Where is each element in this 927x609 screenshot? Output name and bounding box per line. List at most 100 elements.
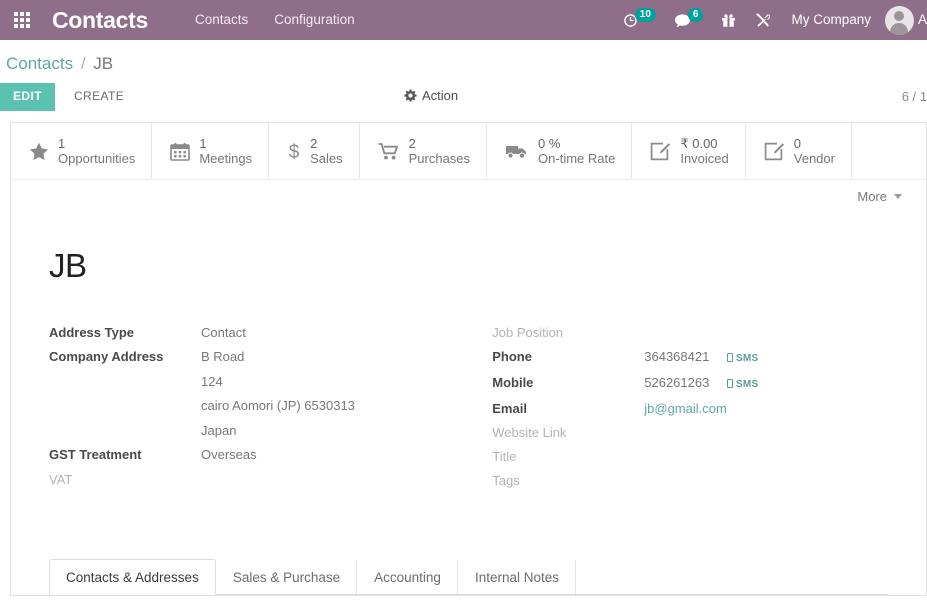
dollar-icon: $ — [287, 141, 301, 161]
field-label: Mobile — [492, 374, 534, 390]
stat-label: Purchases — [408, 151, 471, 167]
stat-label: Invoiced — [680, 151, 729, 167]
user-menu-label[interactable]: A — [918, 0, 927, 40]
field-label: Job Position — [492, 324, 564, 340]
stat-text: 2 Sales — [310, 136, 343, 167]
field-value: Overseas — [201, 447, 257, 463]
more-dropdown-button[interactable]: More — [857, 189, 902, 204]
messages-count-badge: 6 — [687, 8, 704, 22]
stat-button-on-time-rate[interactable]: 0 % On-time Rate — [487, 123, 633, 179]
gear-icon — [404, 89, 417, 102]
field-label — [49, 423, 201, 448]
field-label: GST Treatment — [49, 447, 142, 463]
mobile-phone-icon — [726, 352, 733, 362]
form-columns: Address Type Contact Company Address B R… — [49, 325, 888, 497]
apps-grid-icon[interactable] — [0, 0, 44, 40]
stat-text: ₹ 0.00 Invoiced — [680, 136, 728, 167]
tab-accounting[interactable]: Accounting — [357, 558, 458, 594]
field-job-position: Job Position — [492, 325, 888, 349]
tab-contacts-addresses[interactable]: Contacts & Addresses — [49, 558, 216, 595]
stat-button-vendor-bills[interactable]: 0 Vendor — [746, 123, 852, 179]
tools-menu-button[interactable] — [745, 0, 779, 40]
activity-count-badge: 10 — [634, 8, 656, 22]
breadcrumb-item-contacts[interactable]: Contacts — [6, 54, 73, 73]
field-gst-treatment: GST Treatment Overseas — [49, 447, 492, 472]
field-title: Title — [492, 449, 888, 473]
stat-button-opportunities[interactable]: 1 Opportunities — [11, 123, 153, 179]
sms-link-mobile[interactable]: SMS — [726, 378, 759, 390]
stat-value: 1 — [58, 136, 66, 151]
user-avatar-icon[interactable] — [884, 5, 914, 35]
stat-button-sales[interactable]: $ 2 Sales — [269, 123, 360, 179]
mobile-value[interactable]: 526261263 — [644, 375, 709, 390]
chevron-down-icon — [894, 193, 902, 199]
field-phone: Phone 364368421 SMS — [492, 349, 888, 375]
field-company-address: Company Address B Road — [49, 349, 492, 374]
create-button[interactable]: CREATE — [62, 83, 136, 111]
activity-menu[interactable]: 10 — [614, 0, 665, 40]
top-navbar: Contacts Contacts Configuration 10 6 My … — [0, 0, 927, 40]
notebook: Contacts & Addresses Sales & Purchase Ac… — [49, 558, 888, 595]
stat-label: Meetings — [199, 151, 253, 167]
shopping-cart-icon — [378, 142, 400, 161]
tab-sales-purchase[interactable]: Sales & Purchase — [216, 558, 358, 594]
stat-button-invoiced[interactable]: ₹ 0.00 Invoiced — [632, 123, 746, 179]
breadcrumb-row: Contacts / JB — [0, 40, 927, 80]
field-address-type: Address Type Contact — [49, 325, 492, 350]
field-label: Title — [492, 448, 517, 464]
app-brand-title[interactable]: Contacts — [52, 7, 148, 34]
field-label: Address Type — [49, 324, 135, 340]
breadcrumb-separator: / — [80, 54, 86, 73]
field-label: Email — [492, 400, 527, 416]
action-menu-button[interactable]: Action — [404, 88, 458, 103]
field-value: B Road — [201, 349, 245, 365]
field-label: Tags — [492, 472, 520, 488]
stat-button-bar: 1 Opportunities 1 Meetings $ 2 Sales 2 P… — [10, 122, 927, 213]
form-sheet: JB Address Type Contact Company Address … — [10, 212, 927, 596]
field-value: Japan — [201, 422, 237, 438]
sms-link-phone[interactable]: SMS — [726, 352, 759, 364]
stat-more-row: More — [11, 178, 926, 213]
messaging-menu[interactable]: 6 — [665, 0, 713, 40]
field-value-group: 526261263 SMS — [644, 375, 888, 401]
field-vat: VAT — [49, 472, 492, 497]
field-label: VAT — [49, 472, 73, 488]
stat-text: 2 Purchases — [409, 136, 470, 167]
stat-label: Vendor — [793, 151, 835, 167]
record-pager[interactable]: 6 / 1 — [902, 89, 927, 104]
stat-button-meetings[interactable]: 1 Meetings — [152, 123, 270, 179]
stat-text: 1 Opportunities — [58, 136, 135, 167]
gift-menu-button[interactable] — [712, 0, 745, 40]
menu-item-contacts[interactable]: Contacts — [182, 0, 261, 40]
field-website-link: Website Link — [492, 425, 888, 449]
stat-value: 0 — [793, 136, 801, 151]
stat-value: 2 — [310, 136, 318, 151]
page-title: JB — [49, 246, 87, 284]
mobile-phone-icon — [726, 378, 733, 388]
stat-value: 1 — [199, 136, 207, 151]
field-value — [201, 472, 492, 497]
main-menu: Contacts Configuration — [182, 0, 368, 40]
company-switcher[interactable]: My Company — [779, 0, 883, 40]
stat-value: ₹ 0.00 — [680, 136, 718, 151]
breadcrumb-item-current: JB — [93, 54, 114, 73]
navbar-right-group: 10 6 My Company A — [614, 0, 927, 40]
stat-button-purchases[interactable]: 2 Purchases — [360, 123, 488, 179]
email-value[interactable]: jb@gmail.com — [644, 401, 888, 425]
field-label: Phone — [492, 348, 532, 364]
stat-value: 0 % — [538, 136, 561, 151]
form-sheet-wrapper: 1 Opportunities 1 Meetings $ 2 Sales 2 P… — [0, 122, 927, 596]
field-label — [49, 374, 201, 399]
field-value — [644, 325, 888, 349]
tools-icon — [756, 13, 771, 27]
phone-value[interactable]: 364368421 — [644, 349, 709, 364]
stat-text: 0 % On-time Rate — [538, 136, 615, 167]
menu-item-configuration[interactable]: Configuration — [261, 0, 367, 40]
notebook-tab-list: Contacts & Addresses Sales & Purchase Ac… — [49, 558, 888, 595]
field-mobile: Mobile 526261263 SMS — [492, 375, 888, 401]
stat-text: 1 Meetings — [199, 136, 252, 167]
tab-internal-notes[interactable]: Internal Notes — [458, 558, 576, 594]
edit-button[interactable]: EDIT — [0, 83, 55, 111]
field-value: Contact — [201, 324, 246, 340]
field-email: Email jb@gmail.com — [492, 401, 888, 425]
